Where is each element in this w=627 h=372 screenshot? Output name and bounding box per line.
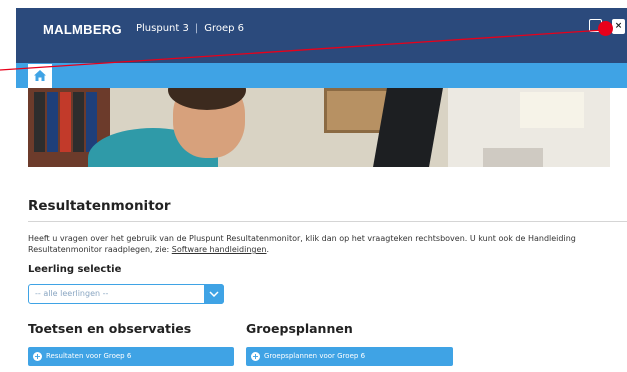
annotation-line — [0, 29, 605, 71]
annotation-marker — [598, 21, 613, 36]
page: MALMBERG Pluspunt 3 | Groep 6 × Resultaten… — [0, 0, 627, 372]
